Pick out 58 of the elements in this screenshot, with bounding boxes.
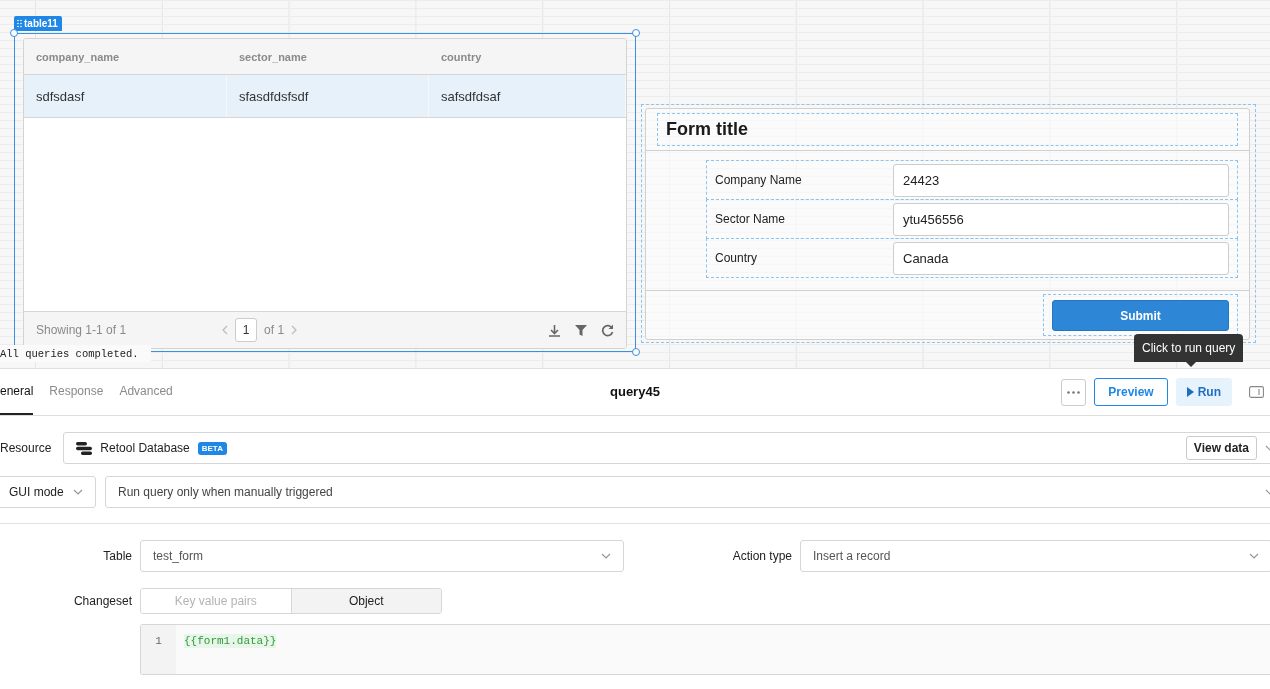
- input-field[interactable]: ytu456556: [893, 202, 1229, 236]
- database-icon: [76, 441, 93, 455]
- resource-name: Retool Database: [100, 441, 190, 455]
- segment-option[interactable]: Object: [290, 589, 441, 613]
- tab[interactable]: Advanced: [119, 369, 173, 415]
- refresh-icon[interactable]: [601, 323, 614, 337]
- component-label[interactable]: table11: [14, 16, 62, 31]
- trigger-select[interactable]: Run query only when manually triggered: [105, 476, 1270, 508]
- component-name: table11: [24, 18, 58, 29]
- row-count: Showing 1-1 of 1: [36, 323, 127, 337]
- code-editor[interactable]: 1 {{form1.data}}: [140, 624, 1270, 675]
- resize-handle[interactable]: [10, 29, 18, 37]
- tab[interactable]: eneral: [0, 369, 34, 415]
- form-title: Form title: [657, 113, 1238, 146]
- field-label: Company Name: [715, 173, 803, 187]
- chevron-down-icon: [1249, 553, 1259, 559]
- input-field[interactable]: Canada: [893, 241, 1229, 275]
- field-label: Table: [102, 549, 132, 563]
- line-number: 1: [154, 635, 163, 647]
- table-cell: sdfsdasf: [24, 75, 227, 117]
- input-field[interactable]: 24423: [893, 163, 1229, 197]
- view-data-button[interactable]: View data: [1185, 436, 1257, 460]
- field-label: Country: [715, 251, 759, 265]
- action-select[interactable]: Insert a record: [800, 540, 1270, 572]
- submit-button[interactable]: Submit: [1052, 300, 1229, 331]
- chevron-right-icon: [291, 325, 298, 335]
- page-field[interactable]: 1: [235, 318, 258, 342]
- field-label: Changeset: [72, 594, 132, 608]
- field-label: Resource: [0, 441, 52, 455]
- status-message: All queries completed.: [0, 345, 151, 362]
- more-button[interactable]: [1061, 378, 1087, 406]
- table-cell: sfasdfdsfsdf: [227, 75, 429, 117]
- chevron-left-icon: [222, 325, 229, 335]
- mode-select[interactable]: GUI mode: [0, 476, 96, 508]
- table-select[interactable]: test_form: [140, 540, 624, 572]
- tab[interactable]: Response: [49, 369, 104, 415]
- page-total: of 1: [264, 323, 285, 337]
- chevron-down-icon: [73, 489, 83, 495]
- field-label: Action type: [731, 549, 792, 563]
- query-name: query45: [610, 384, 660, 399]
- tooltip: Click to run query: [1134, 334, 1244, 367]
- filter-icon[interactable]: [575, 324, 587, 336]
- beta-badge: BETA: [197, 441, 227, 455]
- resource-select[interactable]: Retool Database BETA View data: [63, 432, 1270, 464]
- code-text: {{form1.data}}: [184, 634, 277, 648]
- run-button[interactable]: Run: [1175, 378, 1232, 406]
- chevron-down-icon: [601, 553, 611, 559]
- table-cell: safsdfdsaf: [429, 75, 626, 117]
- field-label: Sector Name: [715, 212, 787, 226]
- more-icon: [1067, 390, 1081, 394]
- preview-button[interactable]: Preview: [1094, 378, 1168, 406]
- resize-handle[interactable]: [632, 29, 640, 37]
- drag-handle-icon: [17, 19, 22, 28]
- resize-handle[interactable]: [632, 348, 640, 356]
- table-row[interactable]: sdfsdasf sfasdfdsfsdf safsdfdsaf: [24, 75, 626, 118]
- play-icon: [1186, 387, 1194, 397]
- panel-icon[interactable]: [1249, 386, 1264, 398]
- download-icon[interactable]: [548, 323, 561, 337]
